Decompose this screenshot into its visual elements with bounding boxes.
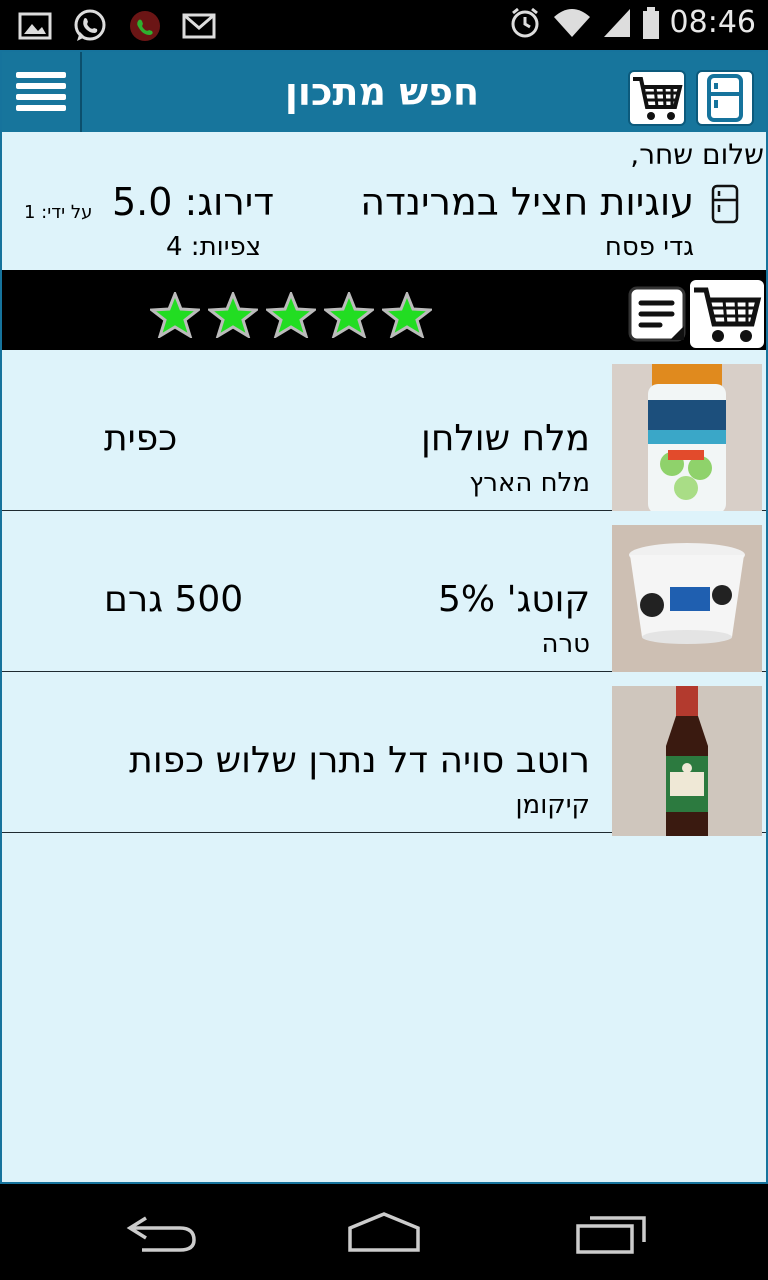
menu-button[interactable] — [2, 52, 82, 132]
greeting-text: שלום שחר, — [630, 138, 764, 171]
ingredient-name: מלח שולחן — [421, 418, 590, 459]
status-clock: 08:46 — [669, 5, 756, 40]
gallery-icon — [18, 12, 52, 40]
list-item[interactable]: מלח שולחן מלח הארץ כפית — [2, 350, 766, 514]
wifi-icon — [553, 8, 590, 37]
recipe-rating: דירוג: 5.0 — [112, 180, 275, 224]
home-icon[interactable] — [344, 1210, 424, 1256]
fridge-button[interactable] — [696, 70, 754, 126]
fridge-icon — [711, 184, 739, 224]
cottage-cheese-product-image — [612, 525, 762, 675]
back-icon[interactable] — [122, 1210, 202, 1256]
system-nav-bar — [0, 1184, 768, 1280]
star-icon[interactable] — [208, 292, 258, 338]
alarm-icon — [511, 7, 539, 37]
app-window: חפש מתכון שלום שחר, עוגיות חציל במרינדה … — [0, 50, 768, 1184]
app-header: חפש מתכון — [2, 52, 766, 132]
ingredient-brand: קיקומן — [515, 790, 590, 820]
fridge-icon — [707, 74, 743, 122]
ingredient-name: רוטב סויה דל נתרן שלוש כפות — [129, 740, 590, 781]
star-icon[interactable] — [324, 292, 374, 338]
recipe-name[interactable]: עוגיות חציל במרינדה — [360, 180, 694, 224]
ingredient-brand: מלח הארץ — [469, 468, 590, 498]
whatsapp-icon — [74, 9, 106, 41]
notes-icon[interactable] — [628, 286, 686, 342]
recipe-views: צפיות: 4 — [166, 232, 262, 262]
hamburger-menu-icon — [16, 72, 66, 111]
ingredient-brand: טרה — [541, 629, 590, 659]
list-item[interactable]: קוטג' 5% טרה 500 גרם — [2, 511, 766, 675]
gmail-icon — [182, 13, 216, 39]
ingredient-quantity: 500 גרם — [104, 579, 244, 620]
star-icon[interactable] — [150, 292, 200, 338]
ingredient-quantity: כפית — [104, 418, 178, 459]
star-icon[interactable] — [266, 292, 316, 338]
rated-by-count: על ידי: 1 — [24, 202, 93, 223]
status-bar: 08:46 — [0, 0, 768, 50]
star-icon[interactable] — [382, 292, 432, 338]
recents-icon[interactable] — [572, 1210, 652, 1256]
ingredient-name: קוטג' 5% — [438, 579, 590, 620]
soy-sauce-product-image — [612, 686, 762, 836]
star-rating[interactable] — [150, 292, 432, 338]
battery-icon — [642, 6, 659, 39]
page-title: חפש מתכון — [284, 70, 480, 114]
shopping-cart-icon — [633, 77, 683, 120]
salt-product-image — [612, 364, 762, 514]
recipe-author: גדי פסח — [604, 232, 694, 262]
recipe-action-bar — [2, 270, 766, 350]
call-icon — [130, 11, 160, 41]
list-item[interactable]: רוטב סויה דל נתרן שלוש כפות קיקומן — [2, 672, 766, 836]
signal-icon — [603, 8, 630, 37]
shopping-cart-button[interactable] — [628, 70, 686, 126]
add-to-cart-icon[interactable] — [690, 280, 764, 348]
ingredients-list: מלח שולחן מלח הארץ כפית קוטג' 5% טרה 500… — [2, 350, 766, 836]
